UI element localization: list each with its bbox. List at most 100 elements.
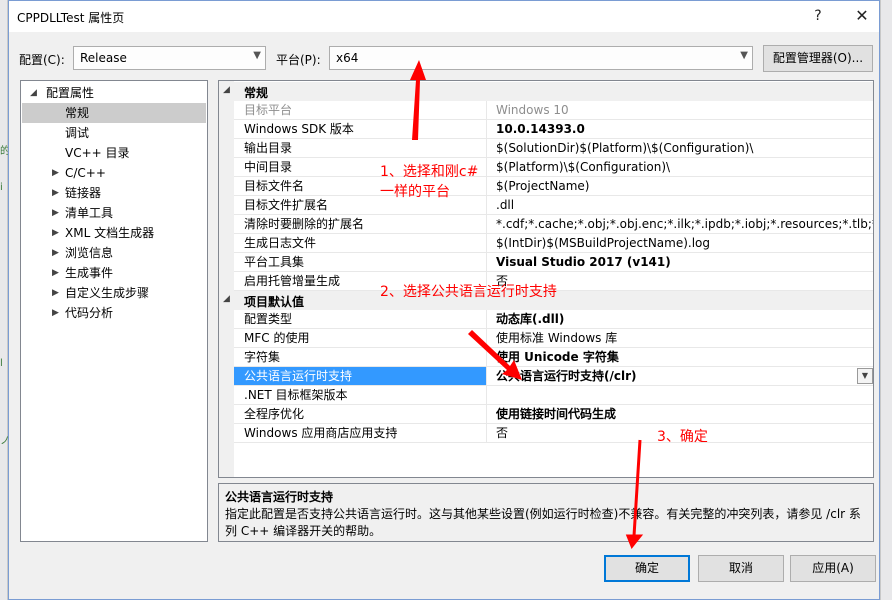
- property-row[interactable]: 公共语言运行时支持 公共语言运行时支持(/clr) ▼: [234, 367, 873, 386]
- chevron-down-icon: ▼: [253, 50, 261, 61]
- title-bar: CPPDLLTest 属性页 ? ✕: [9, 1, 879, 32]
- annotation-step3: 3、确定: [657, 429, 708, 445]
- property-row[interactable]: 目标文件扩展名 .dll: [234, 196, 873, 215]
- tree-item-label: 清单工具: [65, 206, 114, 220]
- expand-triangle-icon[interactable]: ▶: [52, 303, 59, 323]
- tree-item[interactable]: ▶ 自定义生成步骤: [22, 283, 206, 303]
- property-row[interactable]: 生成日志文件 $(IntDir)$(MSBuildProjectName).log: [234, 234, 873, 253]
- help-button[interactable]: ?: [805, 5, 831, 27]
- property-row[interactable]: 全程序优化 使用链接时间代码生成: [234, 405, 873, 424]
- tree-item[interactable]: VC++ 目录: [22, 143, 206, 163]
- category-general[interactable]: ◢ 常规: [219, 82, 873, 101]
- cancel-button[interactable]: 取消: [698, 555, 784, 582]
- category-label: 项目默认值: [244, 295, 305, 309]
- apply-button[interactable]: 应用(A): [790, 555, 876, 582]
- annotation-step2: 2、选择公共语言运行时支持: [380, 284, 557, 300]
- tree-item[interactable]: ▶ 清单工具: [22, 203, 206, 223]
- expand-triangle-icon[interactable]: ▶: [52, 243, 59, 263]
- tree-item-label: 浏览信息: [65, 246, 114, 260]
- property-tree: ◢ 配置属性 常规调试 VC++ 目录 ▶ C/C++ ▶ 链接器 ▶ 清单工具 ▶ XML 文档…: [20, 80, 208, 542]
- chevron-down-icon: ▼: [740, 50, 748, 61]
- tree-item-label: 生成事件: [65, 266, 114, 280]
- property-name: 公共语言运行时支持: [234, 367, 487, 385]
- expand-triangle-icon[interactable]: ▶: [52, 263, 59, 283]
- property-name: 平台工具集: [234, 253, 487, 271]
- tree-item-label: 常规: [65, 106, 90, 120]
- grid-gutter: [219, 81, 234, 477]
- tree-item-label: 调试: [65, 126, 90, 140]
- expand-triangle-icon[interactable]: ▶: [52, 223, 59, 243]
- property-row[interactable]: .NET 目标框架版本: [234, 386, 873, 405]
- property-value[interactable]: 使用标准 Windows 库: [496, 329, 873, 347]
- ok-button[interactable]: 确定: [604, 555, 690, 582]
- property-name: 目标平台: [234, 101, 487, 119]
- property-name: 全程序优化: [234, 405, 487, 423]
- property-value[interactable]: $(Platform)\$(Configuration)\: [496, 158, 873, 176]
- property-row[interactable]: 目标文件名 $(ProjectName): [234, 177, 873, 196]
- platform-value: x64: [336, 51, 359, 65]
- tree-item-label: XML 文档生成器: [65, 226, 155, 240]
- collapse-triangle-icon[interactable]: ◢: [223, 85, 230, 95]
- property-name: 字符集: [234, 348, 487, 366]
- expand-triangle-icon[interactable]: ▶: [52, 163, 59, 183]
- platform-dropdown[interactable]: x64 ▼: [329, 46, 753, 70]
- property-value[interactable]: Visual Studio 2017 (v141): [496, 253, 873, 271]
- expand-triangle-icon[interactable]: ▶: [52, 283, 59, 303]
- tree-root-label: 配置属性: [46, 86, 95, 100]
- tree-item-label: C/C++: [65, 166, 106, 180]
- config-dropdown[interactable]: Release ▼: [73, 46, 266, 70]
- config-manager-button[interactable]: 配置管理器(O)...: [763, 45, 873, 72]
- property-row[interactable]: 配置类型 动态库(.dll): [234, 310, 873, 329]
- chevron-down-icon[interactable]: ▼: [857, 368, 873, 384]
- property-row[interactable]: 目标平台 Windows 10: [234, 101, 873, 120]
- property-value[interactable]: 使用 Unicode 字符集: [496, 348, 873, 366]
- description-title: 公共语言运行时支持: [225, 490, 334, 504]
- expand-triangle-icon[interactable]: ▶: [52, 183, 59, 203]
- property-row[interactable]: 平台工具集 Visual Studio 2017 (v141): [234, 253, 873, 272]
- tree-item[interactable]: ▶ 代码分析: [22, 303, 206, 323]
- tree-item[interactable]: ▶ XML 文档生成器: [22, 223, 206, 243]
- tree-item-label: 链接器: [65, 186, 102, 200]
- property-value[interactable]: Windows 10: [496, 101, 873, 119]
- tree-item[interactable]: ▶ 生成事件: [22, 263, 206, 283]
- collapse-triangle-icon[interactable]: ◢: [223, 294, 230, 304]
- property-name: 生成日志文件: [234, 234, 487, 252]
- property-value[interactable]: $(IntDir)$(MSBuildProjectName).log: [496, 234, 873, 252]
- description-panel: 公共语言运行时支持 指定此配置是否支持公共语言运行时。这与其他某些设置(例如运行…: [218, 483, 874, 542]
- config-value: Release: [80, 51, 127, 65]
- category-label: 常规: [244, 86, 269, 100]
- property-value[interactable]: $(SolutionDir)$(Platform)\$(Configuratio…: [496, 139, 873, 157]
- property-row[interactable]: Windows SDK 版本 10.0.14393.0: [234, 120, 873, 139]
- tree-item-label: 自定义生成步骤: [65, 286, 150, 300]
- expand-triangle-icon[interactable]: ▶: [52, 203, 59, 223]
- property-value[interactable]: *.cdf;*.cache;*.obj;*.obj.enc;*.ilk;*.ip…: [496, 215, 873, 233]
- property-row[interactable]: 清除时要删除的扩展名 *.cdf;*.cache;*.obj;*.obj.enc;…: [234, 215, 873, 234]
- property-row[interactable]: 中间目录 $(Platform)\$(Configuration)\: [234, 158, 873, 177]
- property-value[interactable]: 使用链接时间代码生成: [496, 405, 873, 423]
- annotation-step1-line2: 一样的平台: [380, 184, 450, 200]
- property-name: .NET 目标框架版本: [234, 386, 487, 404]
- tree-item[interactable]: 调试: [22, 123, 206, 143]
- property-value[interactable]: .dll: [496, 196, 873, 214]
- property-value[interactable]: 公共语言运行时支持(/clr): [496, 367, 873, 385]
- tree-item[interactable]: 常规: [22, 103, 206, 123]
- property-row[interactable]: 输出目录 $(SolutionDir)$(Platform)\$(Configur…: [234, 139, 873, 158]
- tree-root[interactable]: ◢ 配置属性: [22, 83, 206, 103]
- property-name: Windows 应用商店应用支持: [234, 424, 487, 442]
- property-value[interactable]: [496, 386, 873, 404]
- background-editor-strip: 的 i l ノ: [0, 0, 8, 600]
- tree-item[interactable]: ▶ 链接器: [22, 183, 206, 203]
- close-button[interactable]: ✕: [849, 5, 875, 27]
- property-row[interactable]: 字符集 使用 Unicode 字符集: [234, 348, 873, 367]
- tree-item[interactable]: ▶ 浏览信息: [22, 243, 206, 263]
- tree-item[interactable]: ▶ C/C++: [22, 163, 206, 183]
- property-name: 清除时要删除的扩展名: [234, 215, 487, 233]
- property-value[interactable]: 动态库(.dll): [496, 310, 873, 328]
- property-value[interactable]: 10.0.14393.0: [496, 120, 873, 138]
- platform-label: 平台(P):: [276, 53, 321, 67]
- property-value[interactable]: $(ProjectName): [496, 177, 873, 195]
- tree-item-label: VC++ 目录: [65, 146, 130, 160]
- property-name: 输出目录: [234, 139, 487, 157]
- property-row[interactable]: MFC 的使用 使用标准 Windows 库: [234, 329, 873, 348]
- property-row[interactable]: Windows 应用商店应用支持否: [234, 424, 873, 443]
